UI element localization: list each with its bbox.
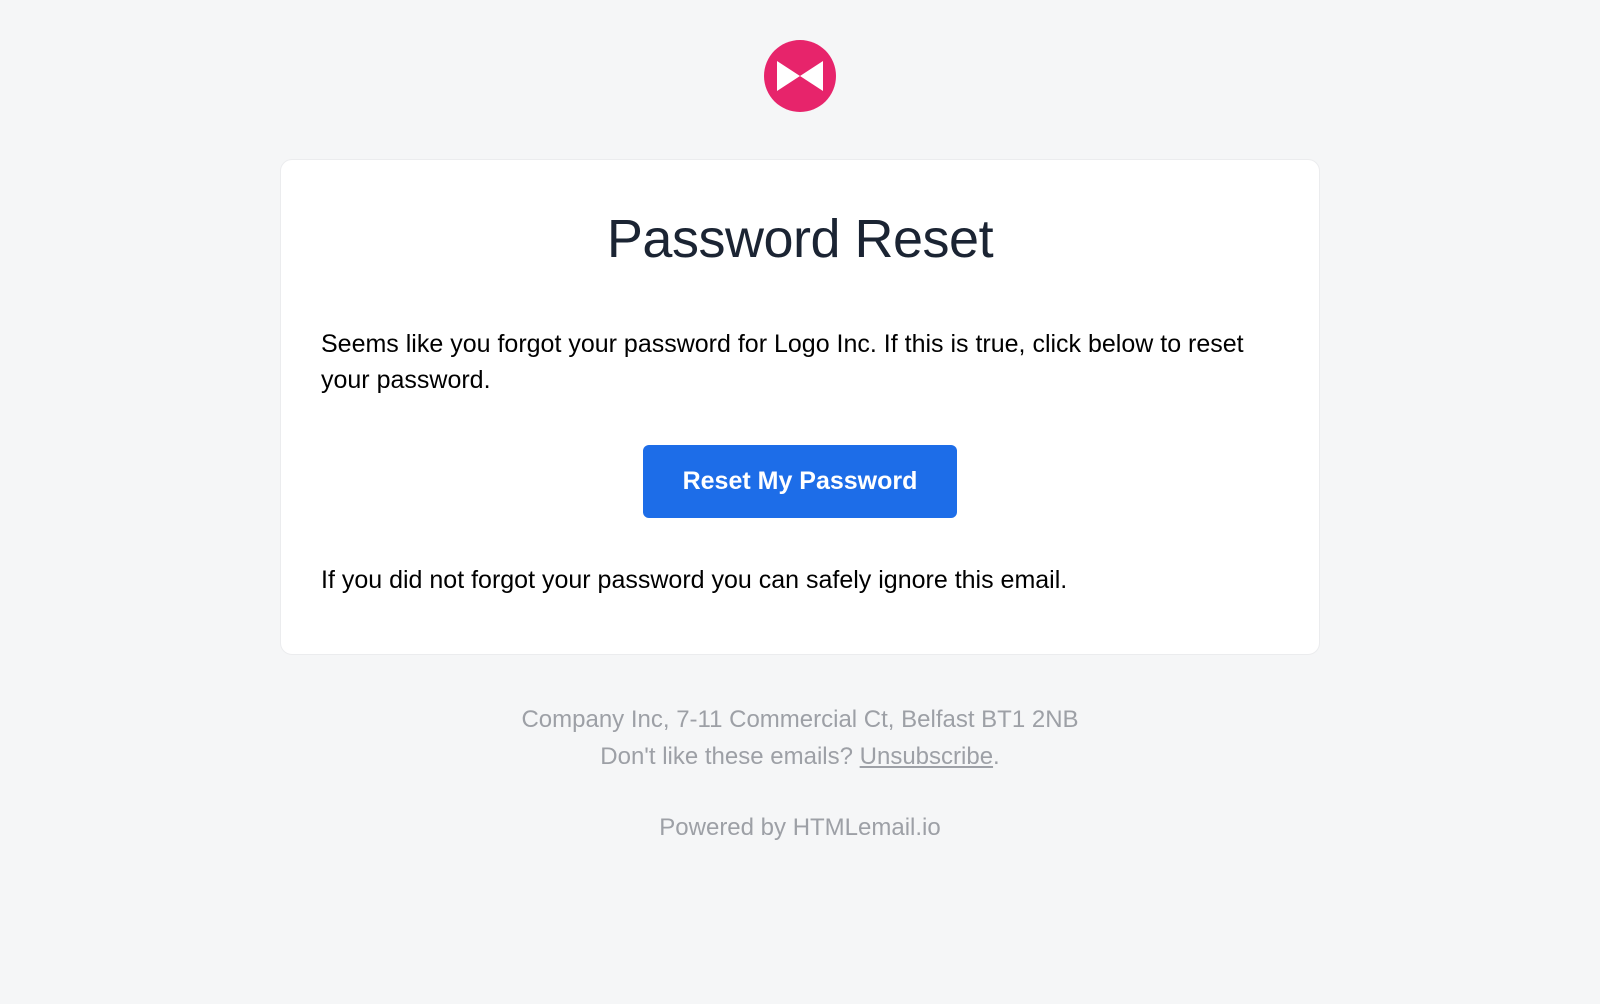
page-title: Password Reset (321, 208, 1279, 270)
footer-unsubscribe-line: Don't like these emails? Unsubscribe. (280, 738, 1320, 775)
button-row: Reset My Password (321, 445, 1279, 518)
intro-text: Seems like you forgot your password for … (321, 326, 1279, 399)
unsubscribe-period: . (993, 743, 1000, 770)
email-card: Password Reset Seems like you forgot you… (280, 159, 1320, 655)
footer-address: Company Inc, 7-11 Commercial Ct, Belfast… (280, 701, 1320, 738)
logo-wrap (280, 40, 1320, 117)
email-container: Password Reset Seems like you forgot you… (280, 40, 1320, 846)
powered-by: Powered by HTMLemail.io (280, 809, 1320, 846)
ignore-text: If you did not forgot your password you … (321, 562, 1279, 598)
unsubscribe-link[interactable]: Unsubscribe (860, 743, 993, 770)
unsubscribe-prompt: Don't like these emails? (600, 743, 859, 770)
brand-logo-icon (764, 40, 836, 112)
reset-password-button[interactable]: Reset My Password (643, 445, 958, 518)
email-footer: Company Inc, 7-11 Commercial Ct, Belfast… (280, 701, 1320, 847)
